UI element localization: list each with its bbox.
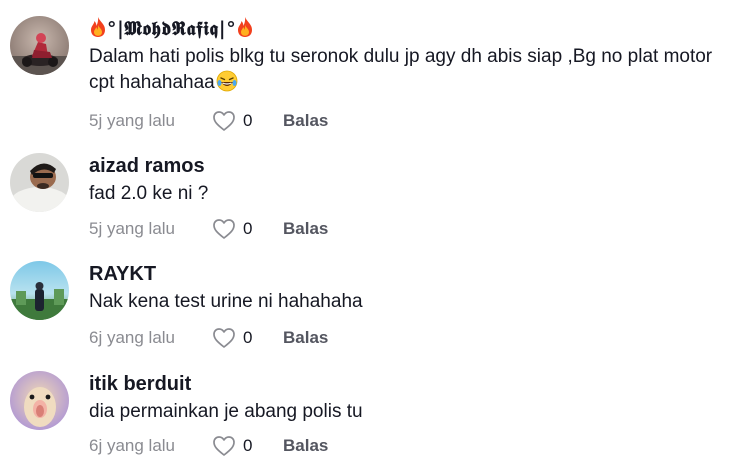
comment-meta: 6j yang lalu 0 Balas <box>89 326 328 350</box>
comment-time: 5j yang lalu <box>89 219 176 238</box>
reply-button[interactable]: Balas <box>283 111 328 131</box>
comment-text-body: Dalam hati polis blkg tu seronok dulu jp… <box>89 46 713 93</box>
comment-content: RAYKT Nak kena test urine ni hahahaha 6j… <box>89 261 729 348</box>
comment-time: 6j yang lalu <box>89 436 176 455</box>
like-count: 0 <box>243 111 253 130</box>
comment-text: fad 2.0 ke ni ? <box>89 183 209 204</box>
comment-text: Nak kena test urine ni hahahaha <box>89 291 363 312</box>
fire-emoji-icon <box>236 16 254 38</box>
comment-list: °|𝕸𝖔𝖍𝖉𝕽𝖆𝖋𝖎𝖖|° Dalam hati polis blkg tu s… <box>0 0 749 466</box>
like-count: 0 <box>243 436 253 455</box>
reply-button[interactable]: Balas <box>283 328 328 348</box>
heart-outline-icon <box>213 328 235 348</box>
like-count: 0 <box>243 219 253 238</box>
avatar-image <box>10 153 69 212</box>
comment-username[interactable]: RAYKT <box>89 261 729 287</box>
like-count: 0 <box>243 328 253 347</box>
avatar-image <box>10 16 69 75</box>
heart-outline-icon <box>213 111 235 131</box>
comment-content: °|𝕸𝖔𝖍𝖉𝕽𝖆𝖋𝖎𝖖|° Dalam hati polis blkg tu s… <box>89 16 729 131</box>
comment-meta: 5j yang lalu 0 Balas <box>89 217 328 241</box>
comment-meta: 5j yang lalu 0 Balas <box>89 109 328 133</box>
avatar[interactable] <box>10 261 69 320</box>
comment-content: itik berduit dia permainkan je abang pol… <box>89 371 729 456</box>
like-button[interactable]: 0 <box>212 218 283 240</box>
like-button[interactable]: 0 <box>212 110 283 132</box>
heart-outline-icon <box>213 219 235 239</box>
reply-button[interactable]: Balas <box>283 219 328 239</box>
avatar-image <box>10 371 69 430</box>
comment-meta: 6j yang lalu 0 Balas <box>89 434 328 458</box>
avatar[interactable] <box>10 153 69 212</box>
like-button[interactable]: 0 <box>212 327 283 349</box>
like-button[interactable]: 0 <box>212 435 283 457</box>
comment-time: 6j yang lalu <box>89 328 176 347</box>
avatar-image <box>10 261 69 320</box>
reply-button[interactable]: Balas <box>283 436 328 456</box>
avatar[interactable] <box>10 371 69 430</box>
comment-text: Dalam hati polis blkg tu seronok dulu jp… <box>89 44 729 96</box>
fire-emoji-icon <box>89 16 107 38</box>
comment-username[interactable]: °|𝕸𝖔𝖍𝖉𝕽𝖆𝖋𝖎𝖖|° <box>89 16 729 42</box>
laughing-tears-emoji-icon <box>216 70 238 92</box>
comment-content: aizad ramos fad 2.0 ke ni ? 5j yang lalu… <box>89 153 729 239</box>
comment-username[interactable]: itik berduit <box>89 371 729 397</box>
comment-text: dia permainkan je abang polis tu <box>89 401 363 422</box>
comment-time: 5j yang lalu <box>89 111 176 130</box>
heart-outline-icon <box>213 436 235 456</box>
comment-username[interactable]: aizad ramos <box>89 153 729 179</box>
comment-username-text: °|𝕸𝖔𝖍𝖉𝕽𝖆𝖋𝖎𝖖|° <box>107 18 237 40</box>
avatar[interactable] <box>10 16 69 75</box>
